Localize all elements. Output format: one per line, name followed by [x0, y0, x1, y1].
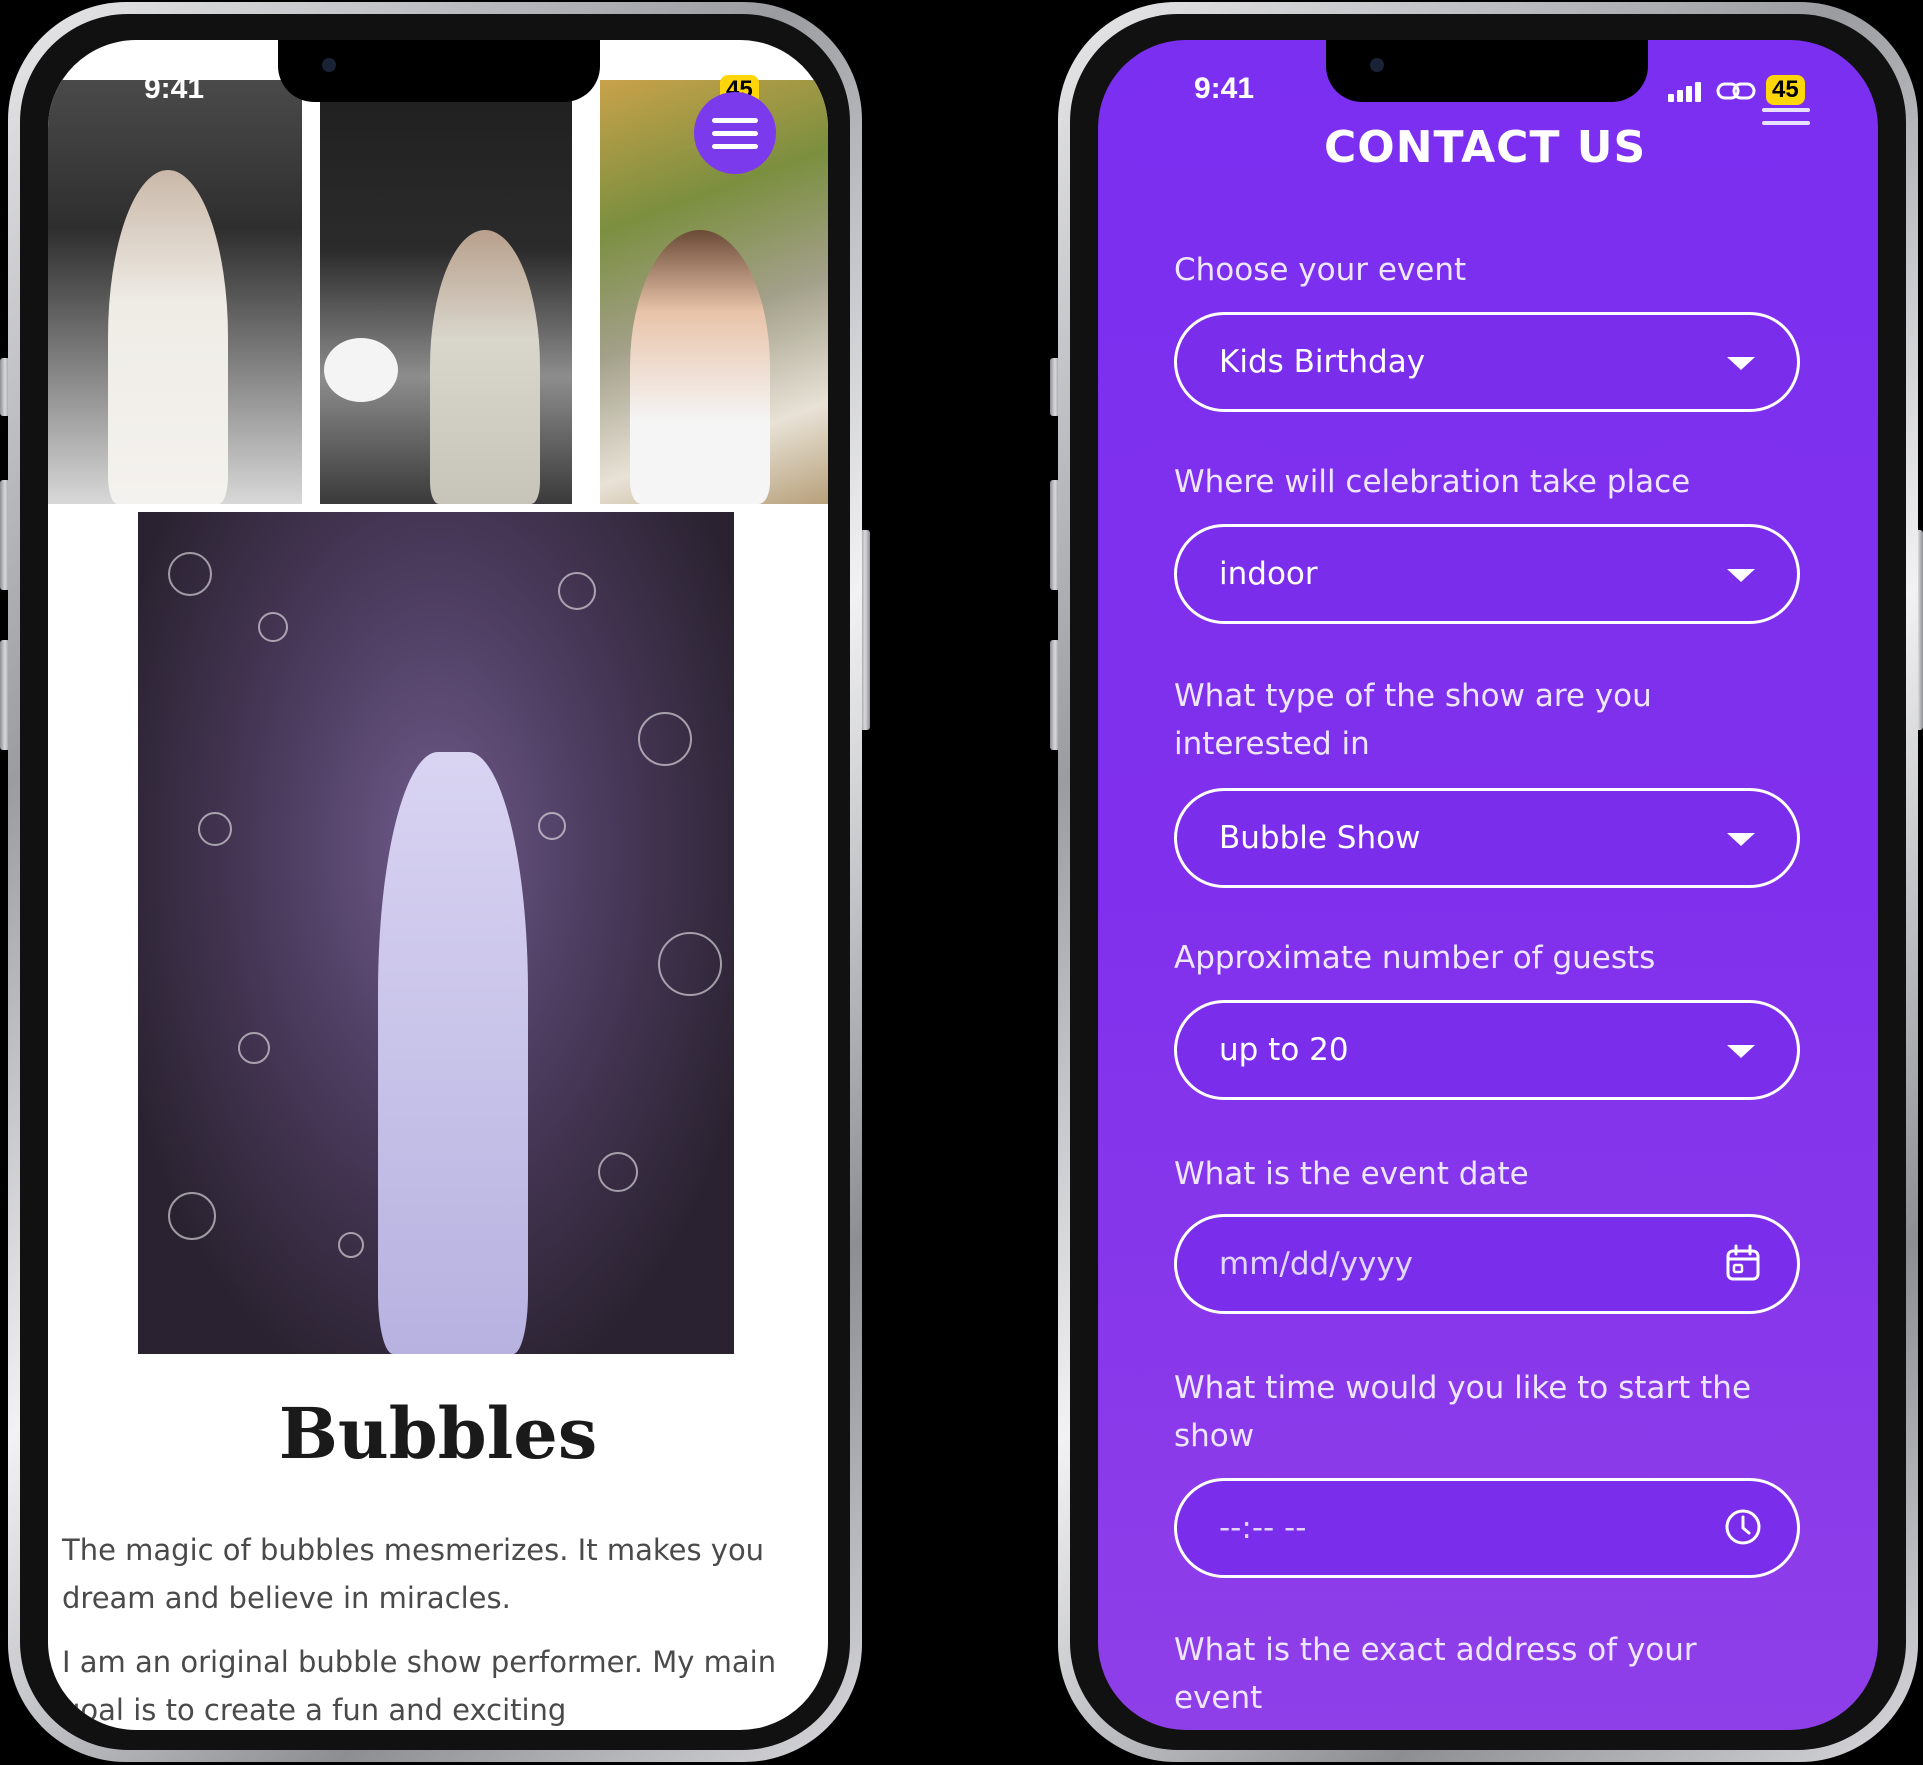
- show-type-select[interactable]: Bubble Show: [1174, 788, 1800, 888]
- bubble: [168, 552, 212, 596]
- guests-select-value: up to 20: [1219, 1032, 1349, 1068]
- address-label: What is the exact address of your event: [1174, 1632, 1697, 1716]
- bio-paragraph: I am an original bubble show performer. …: [62, 1645, 777, 1727]
- event-select-value: Kids Birthday: [1219, 344, 1426, 380]
- front-camera: [322, 58, 336, 72]
- link-icon: [1716, 82, 1756, 100]
- time-input-placeholder: --:-- --: [1219, 1510, 1307, 1546]
- time-label: What time would you like to start the sh…: [1174, 1370, 1752, 1454]
- performer-figure: [430, 230, 540, 504]
- bubble-ball: [324, 338, 398, 402]
- left-phone-notch: [278, 40, 600, 102]
- left-phone-screen: Bubbles The magic of bubbles mesmerizes.…: [48, 40, 828, 1730]
- menu-icon-bar: [712, 130, 758, 136]
- status-time: 9:41: [144, 72, 205, 105]
- event-select[interactable]: Kids Birthday: [1174, 312, 1800, 412]
- intro-paragraph: The magic of bubbles mesmerizes. It make…: [62, 1533, 765, 1615]
- menu-icon-bar: [1762, 108, 1810, 112]
- chevron-down-icon: [1727, 357, 1755, 370]
- bubble: [198, 812, 232, 846]
- place-select[interactable]: indoor: [1174, 524, 1800, 624]
- menu-button[interactable]: [1762, 108, 1810, 125]
- page-title: Bubbles: [278, 1392, 598, 1475]
- bubble-show-photo: [138, 512, 734, 1354]
- time-input[interactable]: --:-- --: [1174, 1478, 1800, 1578]
- clock-icon[interactable]: [1723, 1507, 1763, 1547]
- gallery-photo-1[interactable]: [48, 80, 302, 504]
- performer-figure: [108, 170, 228, 504]
- gallery-photo-2[interactable]: [320, 80, 572, 504]
- date-label: What is the event date: [1174, 1156, 1529, 1192]
- bubble: [638, 712, 692, 766]
- show-type-select-value: Bubble Show: [1219, 820, 1421, 856]
- status-time: 9:41: [1194, 72, 1255, 105]
- guests-label: Approximate number of guests: [1174, 940, 1656, 976]
- bubble: [558, 572, 596, 610]
- right-phone-notch: [1326, 40, 1648, 102]
- right-phone-screen: CONTACT US Choose your event Kids Birthd…: [1098, 40, 1878, 1730]
- front-camera: [1370, 58, 1384, 72]
- menu-icon-bar: [1762, 121, 1810, 125]
- place-select-value: indoor: [1219, 556, 1318, 592]
- date-input[interactable]: mm/dd/yyyy: [1174, 1214, 1800, 1314]
- calendar-icon[interactable]: [1723, 1243, 1763, 1283]
- performer-figure: [630, 230, 770, 504]
- bubble: [538, 812, 566, 840]
- guests-select[interactable]: up to 20: [1174, 1000, 1800, 1100]
- menu-icon-bar: [712, 143, 758, 149]
- bubble: [658, 932, 722, 996]
- date-input-placeholder: mm/dd/yyyy: [1219, 1246, 1414, 1282]
- chevron-down-icon: [1727, 569, 1755, 582]
- chevron-down-icon: [1727, 833, 1755, 846]
- dancer-figure: [378, 752, 528, 1354]
- menu-icon-bar: [712, 117, 758, 123]
- show-type-label: What type of the show are you interested…: [1174, 678, 1652, 762]
- place-label: Where will celebration take place: [1174, 464, 1691, 500]
- bubble: [238, 1032, 270, 1064]
- signal-icon: [1668, 80, 1701, 102]
- contact-title: CONTACT US: [1324, 122, 1647, 173]
- event-label: Choose your event: [1174, 252, 1467, 288]
- chevron-down-icon: [1727, 1045, 1755, 1058]
- bubble: [258, 612, 288, 642]
- bubble: [598, 1152, 638, 1192]
- bubble: [338, 1232, 364, 1258]
- bubble: [168, 1192, 216, 1240]
- battery-indicator: 45: [1766, 75, 1805, 105]
- menu-button[interactable]: [694, 92, 776, 174]
